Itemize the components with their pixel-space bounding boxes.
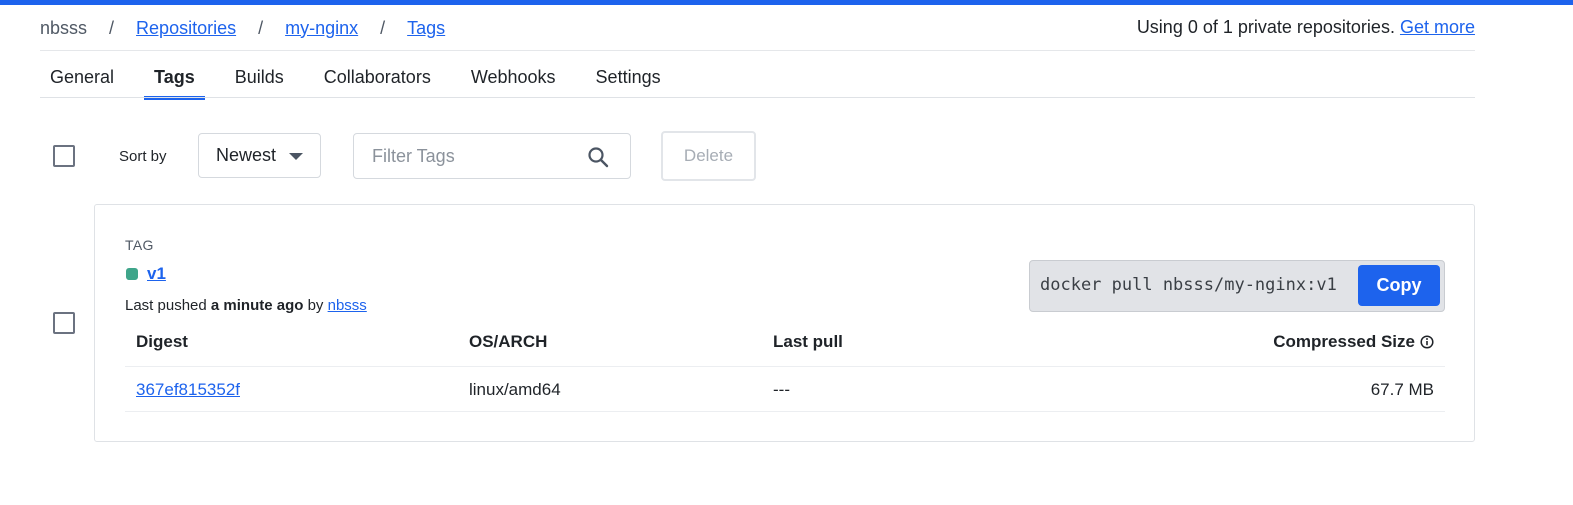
column-header-os-arch: OS/ARCH: [469, 332, 548, 351]
sort-select-value: Newest: [216, 145, 277, 165]
pull-command-text: docker pull nbsss/my-nginx:v1: [1040, 275, 1337, 295]
tab-collaborators[interactable]: Collaborators: [314, 57, 441, 99]
info-icon[interactable]: [1420, 335, 1434, 349]
last-pull-value: ---: [773, 380, 790, 399]
breadcrumb-separator: /: [380, 17, 386, 38]
tag-card: TAG v1 Last pushed a minute ago by nbsss…: [94, 204, 1475, 442]
tag-status-dot: [126, 268, 138, 280]
get-more-link[interactable]: Get more: [1400, 17, 1475, 37]
table-divider: [125, 366, 1445, 367]
delete-button[interactable]: Delete: [661, 131, 756, 181]
tabs-divider: [40, 97, 1475, 98]
divider: [40, 50, 1475, 51]
breadcrumb-separator: /: [109, 17, 115, 38]
os-arch-value: linux/amd64: [469, 380, 561, 399]
select-all-checkbox[interactable]: [53, 145, 75, 167]
repo-tabs: General Tags Builds Collaborators Webhoo…: [40, 57, 691, 100]
breadcrumb-namespace: nbsss: [40, 17, 88, 38]
tab-general[interactable]: General: [40, 57, 124, 99]
top-accent-bar: [0, 0, 1573, 5]
breadcrumb: nbsss / Repositories / my-nginx / Tags: [40, 17, 445, 39]
search-icon[interactable]: [586, 145, 610, 169]
pushed-time: a minute ago: [210, 297, 304, 314]
usage-text: Using 0 of 1 private repositories.: [1136, 17, 1395, 37]
tag-row-checkbox[interactable]: [53, 312, 75, 334]
filter-tags-input[interactable]: [370, 145, 584, 168]
tab-webhooks[interactable]: Webhooks: [461, 57, 566, 99]
pushed-by-word: by: [307, 297, 324, 314]
breadcrumb-separator: /: [258, 17, 264, 38]
pushed-prefix: Last pushed: [125, 297, 207, 314]
pushed-by-user-link[interactable]: nbsss: [328, 297, 367, 314]
tag-name-link[interactable]: v1: [147, 264, 166, 284]
breadcrumb-tags-link[interactable]: Tags: [407, 18, 445, 39]
breadcrumb-repo-link[interactable]: my-nginx: [285, 18, 358, 39]
sort-select[interactable]: Newest: [198, 133, 321, 178]
chevron-down-icon: [289, 153, 303, 160]
tag-heading: TAG: [125, 237, 154, 253]
sort-by-label: Sort by: [119, 148, 167, 165]
digest-link[interactable]: 367ef815352f: [136, 380, 240, 400]
pull-command-box: docker pull nbsss/my-nginx:v1 Copy: [1029, 260, 1445, 312]
private-repo-usage: Using 0 of 1 private repositories. Get m…: [1137, 17, 1475, 38]
filter-tags-field[interactable]: [353, 133, 631, 179]
tab-tags[interactable]: Tags: [144, 57, 205, 100]
column-header-compressed-size: Compressed Size: [1273, 332, 1434, 352]
column-header-last-pull: Last pull: [773, 332, 843, 351]
column-header-digest: Digest: [136, 332, 188, 351]
compressed-size-label: Compressed Size: [1273, 332, 1415, 351]
copy-button[interactable]: Copy: [1358, 265, 1440, 306]
table-divider: [125, 411, 1445, 412]
tab-builds[interactable]: Builds: [225, 57, 294, 99]
compressed-size-value: 67.7 MB: [1370, 380, 1434, 399]
last-pushed-info: Last pushed a minute ago by nbsss: [125, 297, 367, 314]
tab-settings[interactable]: Settings: [586, 57, 671, 99]
breadcrumb-repositories-link[interactable]: Repositories: [136, 18, 236, 39]
